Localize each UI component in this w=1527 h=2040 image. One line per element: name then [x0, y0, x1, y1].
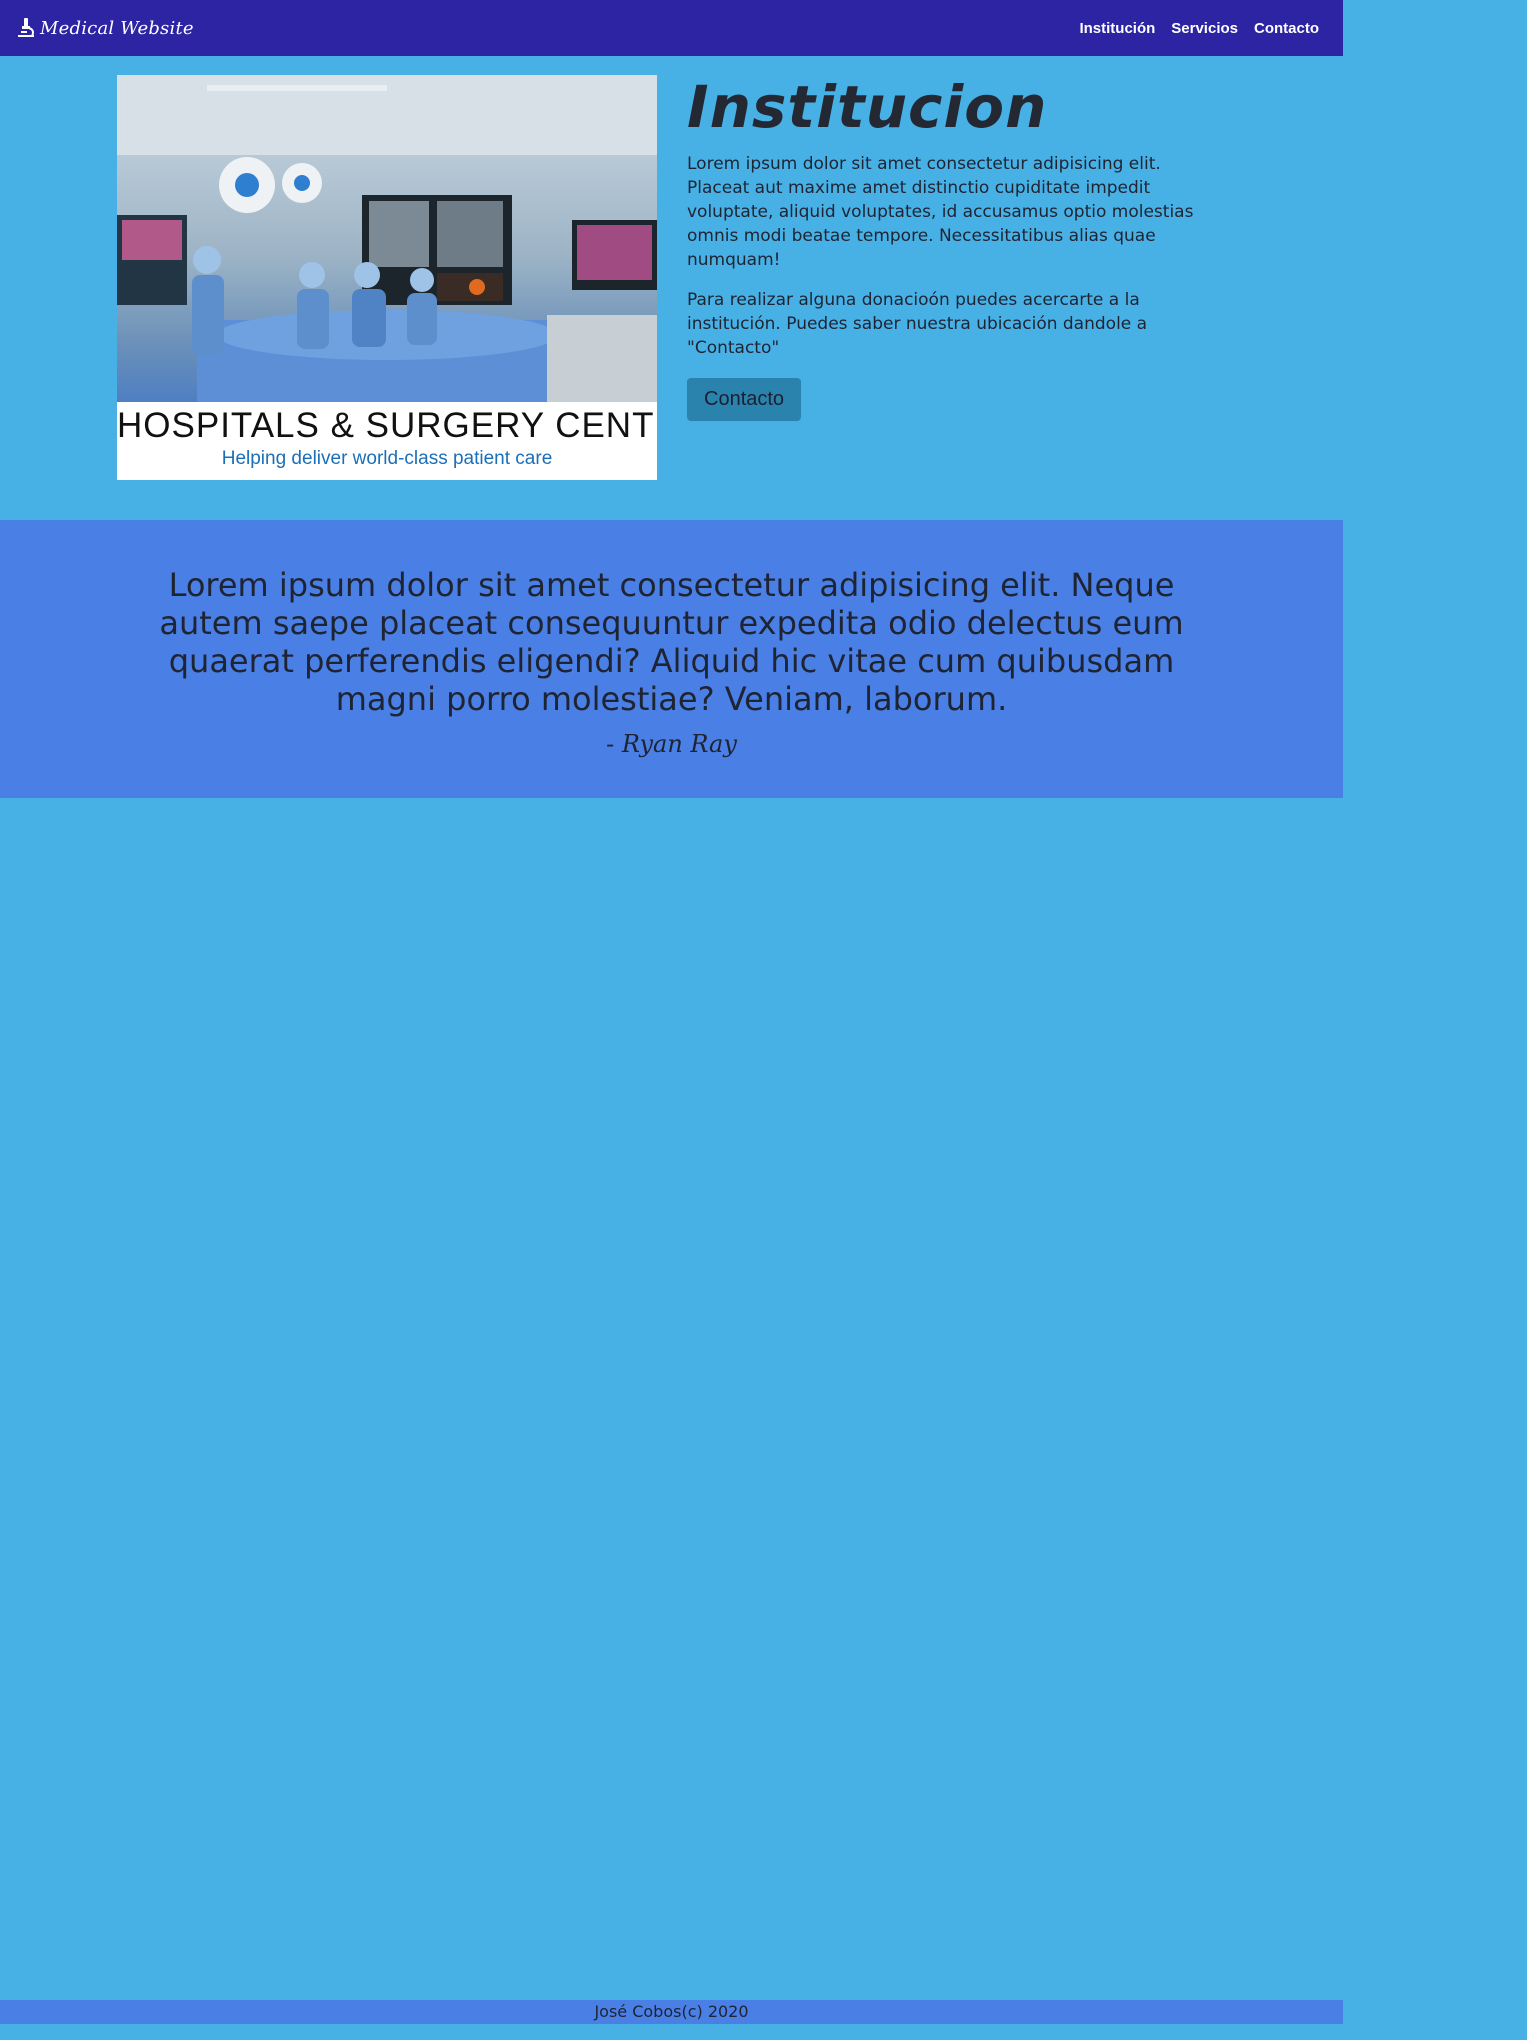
microscope-icon — [18, 18, 34, 37]
image-caption: HOSPITALS & SURGERY CENTER Helping deliv… — [117, 402, 657, 480]
nav-links: Institución Servicios Contacto — [1079, 20, 1319, 37]
contact-button[interactable]: Contacto — [687, 378, 802, 421]
surgery-photo — [117, 75, 657, 402]
nav-link-contacto[interactable]: Contacto — [1254, 20, 1319, 37]
quote-author: - Ryan Ray — [606, 730, 737, 758]
navbar: Medical Website Institución Servicios Co… — [0, 0, 1343, 56]
footer-text: José Cobos(c) 2020 — [594, 2002, 749, 2021]
operating-room-illustration — [117, 75, 657, 402]
page: Medical Website Institución Servicios Co… — [0, 0, 1343, 2040]
nav-link-institucion[interactable]: Institución — [1079, 20, 1155, 37]
page-title: Institucion — [687, 73, 1048, 141]
caption-subtitle: Helping deliver world-class patient care — [221, 448, 553, 469]
institution-info: Institucion Lorem ipsum dolor sit amet c… — [687, 72, 1227, 421]
quote-text: Lorem ipsum dolor sit amet consectetur a… — [159, 566, 1184, 718]
nav-link-servicios[interactable]: Servicios — [1171, 20, 1238, 37]
footer: José Cobos(c) 2020 — [0, 2000, 1343, 2024]
brand-link[interactable]: Medical Website — [16, 17, 194, 39]
brand-label: Medical Website — [40, 17, 194, 39]
info-paragraph-2: Para realizar alguna donacioón puedes ac… — [687, 290, 1148, 358]
hospital-image: HOSPITALS & SURGERY CENTER Helping deliv… — [117, 75, 657, 480]
info-paragraph-1: Lorem ipsum dolor sit amet consectetur a… — [687, 154, 1194, 270]
quote-section: Lorem ipsum dolor sit amet consectetur a… — [0, 520, 1343, 798]
caption-title: HOSPITALS & SURGERY CENTER — [117, 406, 657, 445]
